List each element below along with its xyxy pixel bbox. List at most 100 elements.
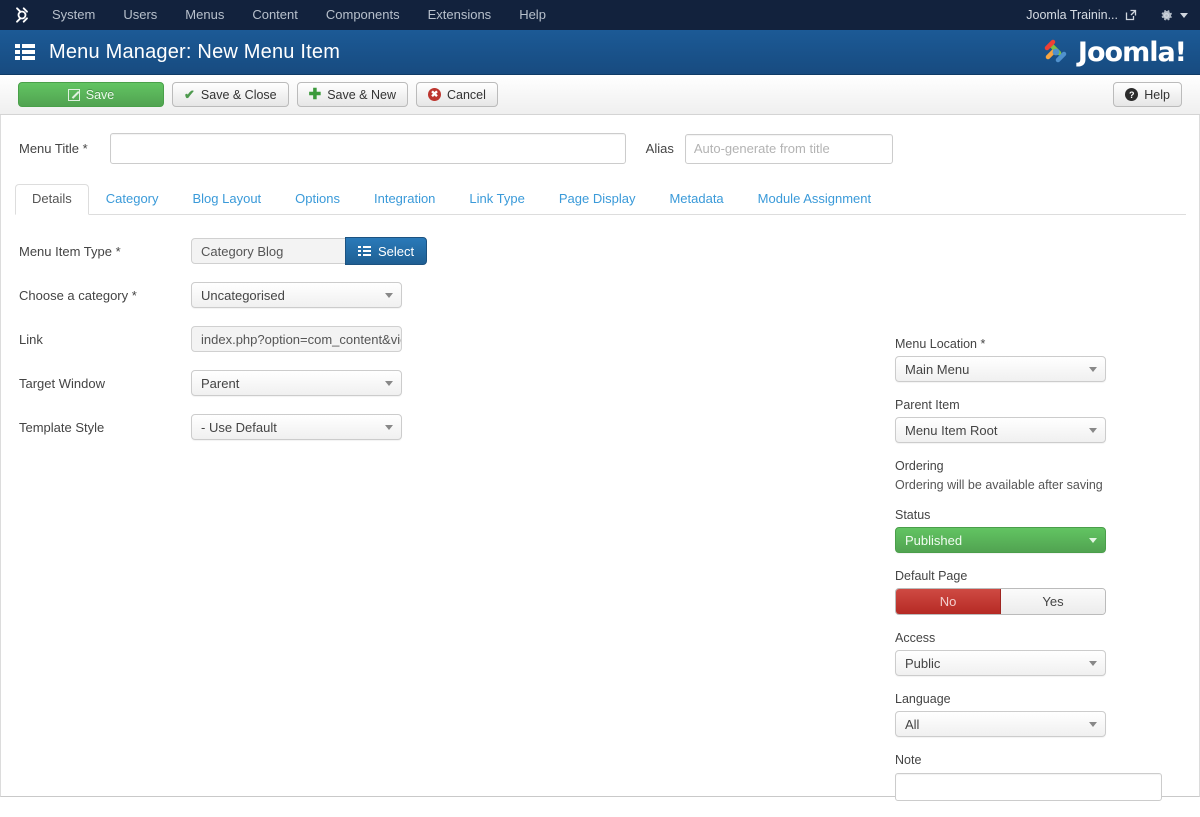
save-and-new-button[interactable]: ✚ Save & New bbox=[297, 82, 408, 107]
parent-item-group: Parent Item Menu Item Root bbox=[895, 398, 1175, 443]
external-link-icon bbox=[1125, 9, 1137, 21]
menu-item-type-row: Menu Item Type * Category Blog Select bbox=[1, 229, 1199, 273]
joomla-brand-logo: Joomla! bbox=[1039, 35, 1186, 69]
tab-link-type[interactable]: Link Type bbox=[452, 184, 541, 215]
default-page-no-button[interactable]: No bbox=[896, 589, 1001, 614]
save-and-close-button[interactable]: ✔ Save & Close bbox=[172, 82, 289, 107]
link-label: Link bbox=[19, 332, 191, 347]
default-page-label: Default Page bbox=[895, 569, 1175, 583]
template-style-select[interactable]: - Use Default bbox=[191, 414, 402, 440]
tab-module-assignment[interactable]: Module Assignment bbox=[741, 184, 888, 215]
menu-location-group: Menu Location * Main Menu bbox=[895, 337, 1175, 382]
tab-category[interactable]: Category bbox=[89, 184, 176, 215]
link-value: index.php?option=com_content&view=catego… bbox=[191, 326, 402, 352]
status-select[interactable]: Published bbox=[895, 527, 1106, 553]
access-value: Public bbox=[905, 656, 940, 671]
language-group: Language All bbox=[895, 692, 1175, 737]
menu-location-select[interactable]: Main Menu bbox=[895, 356, 1106, 382]
help-button[interactable]: ? Help bbox=[1113, 82, 1182, 107]
page-title: Menu Manager: New Menu Item bbox=[49, 41, 340, 64]
parent-item-value: Menu Item Root bbox=[905, 423, 998, 438]
status-group: Status Published bbox=[895, 508, 1175, 553]
choose-category-value: Uncategorised bbox=[201, 288, 285, 303]
language-label: Language bbox=[895, 692, 1175, 706]
note-label: Note bbox=[895, 753, 1175, 767]
chevron-down-icon bbox=[385, 293, 393, 298]
joomla-admin-page: System Users Menus Content Components Ex… bbox=[0, 0, 1200, 763]
menu-item-type-label: Menu Item Type * bbox=[19, 244, 191, 259]
menu-location-value: Main Menu bbox=[905, 362, 969, 377]
chevron-down-icon bbox=[1089, 367, 1097, 372]
access-label: Access bbox=[895, 631, 1175, 645]
menu-item-options-panel: Menu Location * Main Menu Parent Item Me… bbox=[895, 337, 1175, 817]
nav-item-menus[interactable]: Menus bbox=[171, 0, 238, 30]
target-window-select[interactable]: Parent bbox=[191, 370, 402, 396]
default-page-yes-button[interactable]: Yes bbox=[1001, 589, 1105, 614]
help-button-label: Help bbox=[1144, 88, 1170, 102]
settings-menu-button[interactable] bbox=[1153, 8, 1188, 23]
select-menu-item-type-button[interactable]: Select bbox=[345, 237, 427, 265]
choose-category-select[interactable]: Uncategorised bbox=[191, 282, 402, 308]
chevron-down-icon bbox=[1089, 722, 1097, 727]
tab-blog-layout[interactable]: Blog Layout bbox=[176, 184, 279, 215]
main-menu: System Users Menus Content Components Ex… bbox=[46, 0, 560, 30]
language-value: All bbox=[905, 717, 919, 732]
nav-item-system[interactable]: System bbox=[46, 0, 109, 30]
save-button[interactable]: Save bbox=[18, 82, 164, 107]
chevron-down-icon bbox=[385, 425, 393, 430]
language-select[interactable]: All bbox=[895, 711, 1106, 737]
template-style-label: Template Style bbox=[19, 420, 191, 435]
tab-bar: Details Category Blog Layout Options Int… bbox=[15, 185, 1186, 215]
alias-input[interactable] bbox=[685, 134, 893, 164]
alias-label: Alias bbox=[646, 141, 674, 156]
nav-item-components[interactable]: Components bbox=[312, 0, 414, 30]
ordering-note: Ordering will be available after saving bbox=[895, 478, 1175, 492]
tab-details[interactable]: Details bbox=[15, 184, 89, 215]
tab-metadata[interactable]: Metadata bbox=[652, 184, 740, 215]
choose-category-row: Choose a category * Uncategorised bbox=[1, 273, 1199, 317]
menu-list-icon bbox=[14, 41, 36, 63]
nav-item-content[interactable]: Content bbox=[238, 0, 312, 30]
target-window-value: Parent bbox=[201, 376, 239, 391]
plus-icon: ✚ bbox=[309, 87, 322, 102]
menu-title-input[interactable] bbox=[110, 133, 626, 164]
joomla-brand-icon bbox=[1039, 35, 1073, 69]
save-and-new-label: Save & New bbox=[327, 88, 396, 102]
nav-item-users[interactable]: Users bbox=[109, 0, 171, 30]
tab-page-display[interactable]: Page Display bbox=[542, 184, 653, 215]
chevron-down-icon bbox=[1089, 428, 1097, 433]
joomla-logo-icon[interactable] bbox=[12, 5, 32, 25]
site-name-link[interactable]: Joomla Trainin... bbox=[1026, 8, 1153, 22]
chevron-down-icon bbox=[385, 381, 393, 386]
nav-item-help[interactable]: Help bbox=[505, 0, 560, 30]
note-input[interactable] bbox=[895, 773, 1162, 801]
menu-title-row: Menu Title * Alias bbox=[1, 115, 1199, 164]
joomla-wordmark: Joomla! bbox=[1078, 37, 1186, 68]
access-group: Access Public bbox=[895, 631, 1175, 676]
chevron-down-icon bbox=[1180, 13, 1188, 18]
top-right-controls: Joomla Trainin... bbox=[1026, 8, 1188, 23]
status-label: Status bbox=[895, 508, 1175, 522]
nav-item-extensions[interactable]: Extensions bbox=[414, 0, 506, 30]
save-and-close-label: Save & Close bbox=[201, 88, 277, 102]
gear-icon bbox=[1159, 8, 1174, 23]
menu-location-label: Menu Location * bbox=[895, 337, 1175, 351]
tab-options[interactable]: Options bbox=[278, 184, 357, 215]
note-group: Note bbox=[895, 753, 1175, 801]
cancel-circle-icon: ✖ bbox=[428, 88, 441, 101]
tab-integration[interactable]: Integration bbox=[357, 184, 452, 215]
parent-item-label: Parent Item bbox=[895, 398, 1175, 412]
cancel-button[interactable]: ✖ Cancel bbox=[416, 82, 498, 107]
menu-title-label: Menu Title * bbox=[19, 141, 88, 156]
default-page-group: Default Page No Yes bbox=[895, 569, 1175, 615]
parent-item-select[interactable]: Menu Item Root bbox=[895, 417, 1106, 443]
access-select[interactable]: Public bbox=[895, 650, 1106, 676]
chevron-down-icon bbox=[1089, 661, 1097, 666]
ordering-label: Ordering bbox=[895, 459, 1175, 473]
question-circle-icon: ? bbox=[1125, 88, 1138, 101]
choose-category-label: Choose a category * bbox=[19, 288, 191, 303]
select-button-label: Select bbox=[378, 244, 414, 259]
page-header: Menu Manager: New Menu Item Joomla! bbox=[0, 30, 1200, 75]
status-value: Published bbox=[905, 533, 962, 548]
chevron-down-icon bbox=[1089, 538, 1097, 543]
